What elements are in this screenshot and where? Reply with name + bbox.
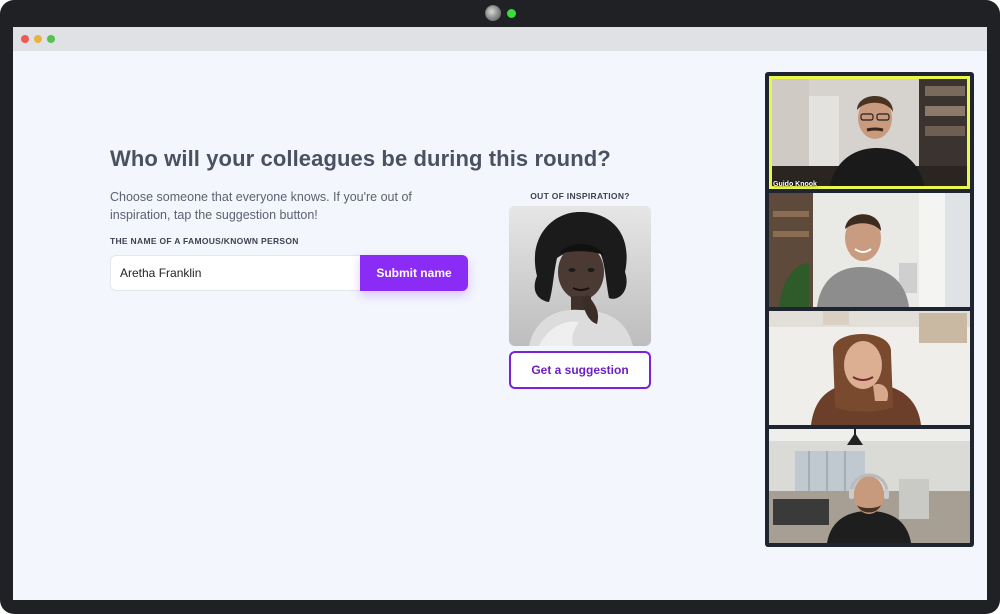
window-maximize-button[interactable] [47,35,55,43]
famous-person-input[interactable] [110,255,361,291]
get-suggestion-button[interactable]: Get a suggestion [509,351,651,389]
inspiration-label: OUT OF INSPIRATION? [530,191,630,201]
video-call-panel: Guido Knook [765,72,974,547]
camera-indicator-light [507,9,516,18]
page-title: Who will your colleagues be during this … [110,146,611,171]
device-frame: Who will your colleagues be during this … [0,0,1000,614]
video-tile-participant[interactable] [769,429,970,543]
video-tile-participant[interactable] [769,193,970,307]
suggestion-portrait-image [509,206,651,346]
window-close-button[interactable] [21,35,29,43]
window-minimize-button[interactable] [34,35,42,43]
browser-title-bar [13,27,987,51]
video-tile-participant[interactable] [769,311,970,425]
webcam-icon [485,5,501,21]
name-field-label: THE NAME OF A FAMOUS/KNOWN PERSON [110,236,299,246]
video-tile-active-speaker[interactable]: Guido Knook [769,76,970,189]
participant-name-label: Guido Knook [773,181,817,188]
instructions-text: Choose someone that everyone knows. If y… [110,190,412,222]
app-screen: Who will your colleagues be during this … [13,27,987,600]
submit-name-button[interactable]: Submit name [360,255,468,291]
